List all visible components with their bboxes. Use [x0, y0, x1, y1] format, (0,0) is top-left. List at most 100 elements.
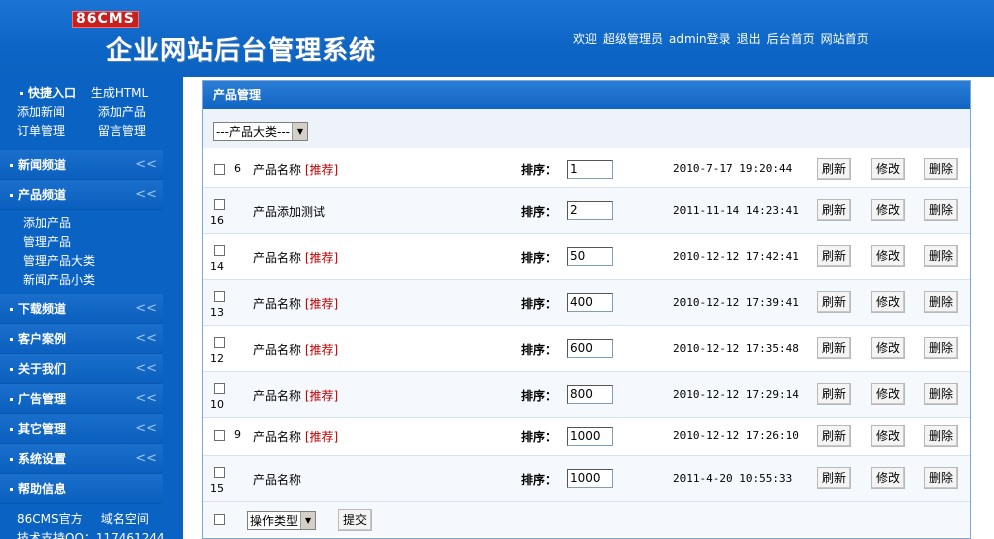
category-select[interactable]: ---产品大类--- ▼	[213, 122, 308, 141]
sort-input[interactable]: 50	[567, 247, 613, 266]
sort-label: 排序：	[521, 205, 558, 219]
domain-hosting-link[interactable]: 域名空间	[101, 512, 149, 526]
product-name[interactable]: 产品名称 [推荐]	[253, 387, 338, 404]
quick-entry-title: 快捷入口	[10, 84, 87, 103]
edit-button[interactable]: 修改	[871, 199, 905, 221]
filter-bar: ---产品大类--- ▼	[203, 109, 970, 149]
refresh-button[interactable]: 刷新	[817, 337, 851, 359]
sort-input[interactable]: 2	[567, 201, 613, 220]
refresh-button[interactable]: 刷新	[817, 291, 851, 313]
product-name[interactable]: 产品名称	[253, 471, 301, 488]
recommend-tag: [推荐]	[304, 389, 339, 403]
sidebar-section-news[interactable]: 新闻频道 <<	[0, 150, 163, 180]
row-checkbox[interactable]	[214, 164, 225, 175]
sort-label: 排序：	[521, 343, 558, 357]
timestamp: 2010-7-17 19:20:44	[673, 162, 793, 175]
submit-button[interactable]: 提交	[338, 509, 372, 531]
refresh-button[interactable]: 刷新	[817, 158, 851, 180]
collapse-icon: <<	[135, 391, 157, 406]
sort-input[interactable]: 800	[567, 385, 613, 404]
refresh-button[interactable]: 刷新	[817, 383, 851, 405]
row-checkbox[interactable]	[214, 337, 225, 348]
sidebar-item-add-product[interactable]: 添加产品	[23, 214, 163, 233]
sidebar-section-products[interactable]: 产品频道 <<	[0, 180, 163, 210]
action-type-select[interactable]: 操作类型 ▼	[247, 511, 317, 530]
delete-button[interactable]: 删除	[924, 383, 958, 405]
sidebar-section-help[interactable]: 帮助信息	[0, 474, 163, 504]
refresh-button[interactable]: 刷新	[817, 245, 851, 267]
sort-input[interactable]: 400	[567, 293, 613, 312]
product-name[interactable]: 产品名称 [推荐]	[253, 161, 338, 178]
dropdown-arrow-icon: ▼	[291, 123, 307, 140]
row-id: 12	[210, 352, 224, 365]
delete-button[interactable]: 删除	[924, 199, 958, 221]
delete-button[interactable]: 删除	[924, 158, 958, 180]
product-name[interactable]: 产品添加测试	[253, 203, 325, 220]
official-site-link[interactable]: 86CMS官方	[17, 510, 97, 529]
product-name[interactable]: 产品名称 [推荐]	[253, 249, 338, 266]
sidebar-item-subcategories[interactable]: 新闻产品小类	[23, 271, 163, 290]
sidebar-section-settings[interactable]: 系统设置 <<	[0, 444, 163, 474]
sidebar-item-manage-categories[interactable]: 管理产品大类	[23, 252, 163, 271]
add-product-link[interactable]: 添加产品	[98, 105, 146, 119]
panel-title: 产品管理	[203, 81, 970, 109]
row-checkbox[interactable]	[214, 245, 225, 256]
sidebar-section-ads[interactable]: 广告管理 <<	[0, 384, 163, 414]
refresh-button[interactable]: 刷新	[817, 199, 851, 221]
edit-button[interactable]: 修改	[871, 291, 905, 313]
order-manage-link[interactable]: 订单管理	[17, 122, 94, 141]
refresh-button[interactable]: 刷新	[817, 425, 851, 447]
sidebar-section-downloads[interactable]: 下载频道 <<	[0, 294, 163, 324]
sidebar-section-other[interactable]: 其它管理 <<	[0, 414, 163, 444]
collapse-icon: <<	[135, 361, 157, 376]
collapse-icon: <<	[135, 187, 157, 202]
table-row: 9 产品名称 [推荐] 排序： 1000 2010-12-12 17:26:10…	[203, 418, 970, 456]
sort-input[interactable]: 1000	[567, 427, 613, 446]
add-news-link[interactable]: 添加新闻	[17, 103, 94, 122]
row-checkbox[interactable]	[214, 383, 225, 394]
select-all-checkbox[interactable]	[214, 514, 225, 525]
generate-html-link[interactable]: 生成HTML	[91, 86, 148, 100]
table-row: 6 产品名称 [推荐] 排序： 1 2010-7-17 19:20:44 刷新 …	[203, 149, 970, 188]
sidebar-item-manage-products[interactable]: 管理产品	[23, 233, 163, 252]
edit-button[interactable]: 修改	[871, 467, 905, 489]
sidebar-section-about[interactable]: 关于我们 <<	[0, 354, 163, 384]
product-name[interactable]: 产品名称 [推荐]	[253, 428, 338, 445]
sort-label: 排序：	[521, 251, 558, 265]
row-checkbox[interactable]	[214, 199, 225, 210]
timestamp: 2010-12-12 17:26:10	[673, 429, 799, 442]
delete-button[interactable]: 删除	[924, 425, 958, 447]
sort-input[interactable]: 1	[567, 160, 613, 179]
edit-button[interactable]: 修改	[871, 425, 905, 447]
recommend-tag: [推荐]	[304, 343, 339, 357]
logout-link[interactable]: 退出	[737, 30, 761, 46]
sort-input[interactable]: 600	[567, 339, 613, 358]
delete-button[interactable]: 删除	[924, 337, 958, 359]
admin-home-link[interactable]: 后台首页	[767, 30, 815, 46]
refresh-button[interactable]: 刷新	[817, 467, 851, 489]
sort-label: 排序：	[521, 163, 558, 177]
delete-button[interactable]: 删除	[924, 467, 958, 489]
edit-button[interactable]: 修改	[871, 245, 905, 267]
sort-label: 排序：	[521, 389, 558, 403]
delete-button[interactable]: 删除	[924, 245, 958, 267]
sort-input[interactable]: 1000	[567, 469, 613, 488]
user-role-link[interactable]: 超级管理员	[603, 30, 663, 46]
message-manage-link[interactable]: 留言管理	[98, 124, 146, 138]
login-user-link[interactable]: admin登录	[669, 30, 731, 46]
row-checkbox[interactable]	[214, 467, 225, 478]
sidebar-section-cases[interactable]: 客户案例 <<	[0, 324, 163, 354]
table-row: 13 产品名称 [推荐] 排序： 400 2010-12-12 17:39:41…	[203, 280, 970, 326]
product-name[interactable]: 产品名称 [推荐]	[253, 295, 338, 312]
row-checkbox[interactable]	[214, 291, 225, 302]
sidebar: 快捷入口 生成HTML 添加新闻 添加产品 订单管理 留言管理 新闻频道 << …	[0, 77, 165, 539]
edit-button[interactable]: 修改	[871, 337, 905, 359]
edit-button[interactable]: 修改	[871, 158, 905, 180]
site-title: 企业网站后台管理系统	[106, 36, 377, 66]
edit-button[interactable]: 修改	[871, 383, 905, 405]
delete-button[interactable]: 删除	[924, 291, 958, 313]
site-home-link[interactable]: 网站首页	[821, 30, 869, 46]
table-row: 15 产品名称 排序： 1000 2011-4-20 10:55:33 刷新 修…	[203, 456, 970, 502]
product-name[interactable]: 产品名称 [推荐]	[253, 341, 338, 358]
row-checkbox[interactable]	[214, 430, 225, 441]
